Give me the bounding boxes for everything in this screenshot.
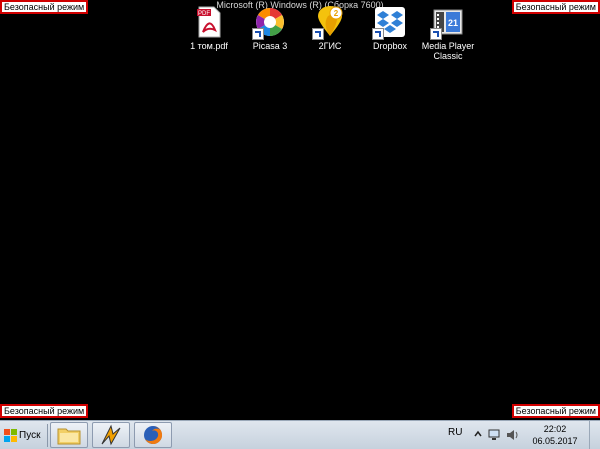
- desktop-icon-label: Picasa 3: [252, 41, 288, 51]
- taskbar-separator: [47, 424, 48, 447]
- taskbar-firefox-button[interactable]: [134, 422, 172, 448]
- desktop-icon-dropbox[interactable]: Dropbox: [364, 6, 416, 51]
- windows-logo-icon: [4, 429, 17, 442]
- desktop-icon-label: Media Player Classic: [421, 41, 475, 61]
- desktop-icon-label: 1 том.pdf: [190, 41, 228, 51]
- desktop-icon-picasa[interactable]: Picasa 3: [244, 6, 296, 51]
- dropbox-icon: [372, 6, 406, 40]
- svg-text:21: 21: [448, 18, 458, 28]
- desktop-icon-media-player-classic[interactable]: 21 Media Player Classic: [420, 6, 476, 61]
- show-desktop-button[interactable]: [589, 421, 600, 449]
- svg-text:PDF: PDF: [198, 11, 210, 17]
- desktop-icon-label: 2ГИС: [318, 41, 342, 51]
- start-button[interactable]: Пуск: [1, 424, 45, 446]
- safe-mode-label-bottom-right: Безопасный режим: [511, 404, 600, 418]
- windows-build-title: Microsoft (R) Windows (R) (Сборка 7600): [216, 0, 384, 10]
- 2gis-icon: 2: [312, 6, 346, 40]
- desktop-icon-2gis[interactable]: 2 2ГИС: [304, 6, 356, 51]
- shortcut-arrow-icon: [312, 28, 324, 40]
- notification-area: [474, 428, 520, 446]
- volume-icon[interactable]: [506, 428, 520, 446]
- safe-mode-label-top-right: Безопасный режим: [511, 0, 600, 14]
- shortcut-arrow-icon: [252, 28, 264, 40]
- desktop-icon-label: Dropbox: [372, 41, 408, 51]
- clock[interactable]: 22:02 06.05.2017: [527, 423, 583, 447]
- show-hidden-icon[interactable]: [474, 428, 482, 446]
- taskbar-explorer-button[interactable]: [50, 422, 88, 448]
- clock-time: 22:02: [543, 424, 567, 434]
- shortcut-arrow-icon: [430, 28, 442, 40]
- network-icon[interactable]: [488, 428, 500, 446]
- start-button-label: Пуск: [19, 429, 41, 441]
- desktop-icon-pdf[interactable]: PDF 1 том.pdf: [183, 6, 235, 51]
- svg-text:2: 2: [334, 9, 339, 18]
- folder-icon: [57, 428, 81, 445]
- safe-mode-label-bottom-left: Безопасный режим: [0, 404, 89, 418]
- winamp-icon: [101, 424, 121, 446]
- shortcut-arrow-icon: [372, 28, 384, 40]
- taskbar-winamp-button[interactable]: [92, 422, 130, 448]
- desktop[interactable]: Microsoft (R) Windows (R) (Сборка 7600) …: [0, 0, 600, 420]
- taskbar: Пуск RU 22:02 06.05.2017: [0, 420, 600, 449]
- clock-date: 06.05.2017: [532, 436, 578, 446]
- safe-mode-label-top-left: Безопасный режим: [0, 0, 89, 14]
- picasa-icon: [252, 6, 286, 40]
- firefox-icon: [144, 425, 163, 444]
- media-player-classic-icon: 21: [430, 6, 464, 40]
- input-language-indicator[interactable]: RU: [448, 427, 462, 438]
- pdf-icon: PDF: [193, 6, 225, 38]
